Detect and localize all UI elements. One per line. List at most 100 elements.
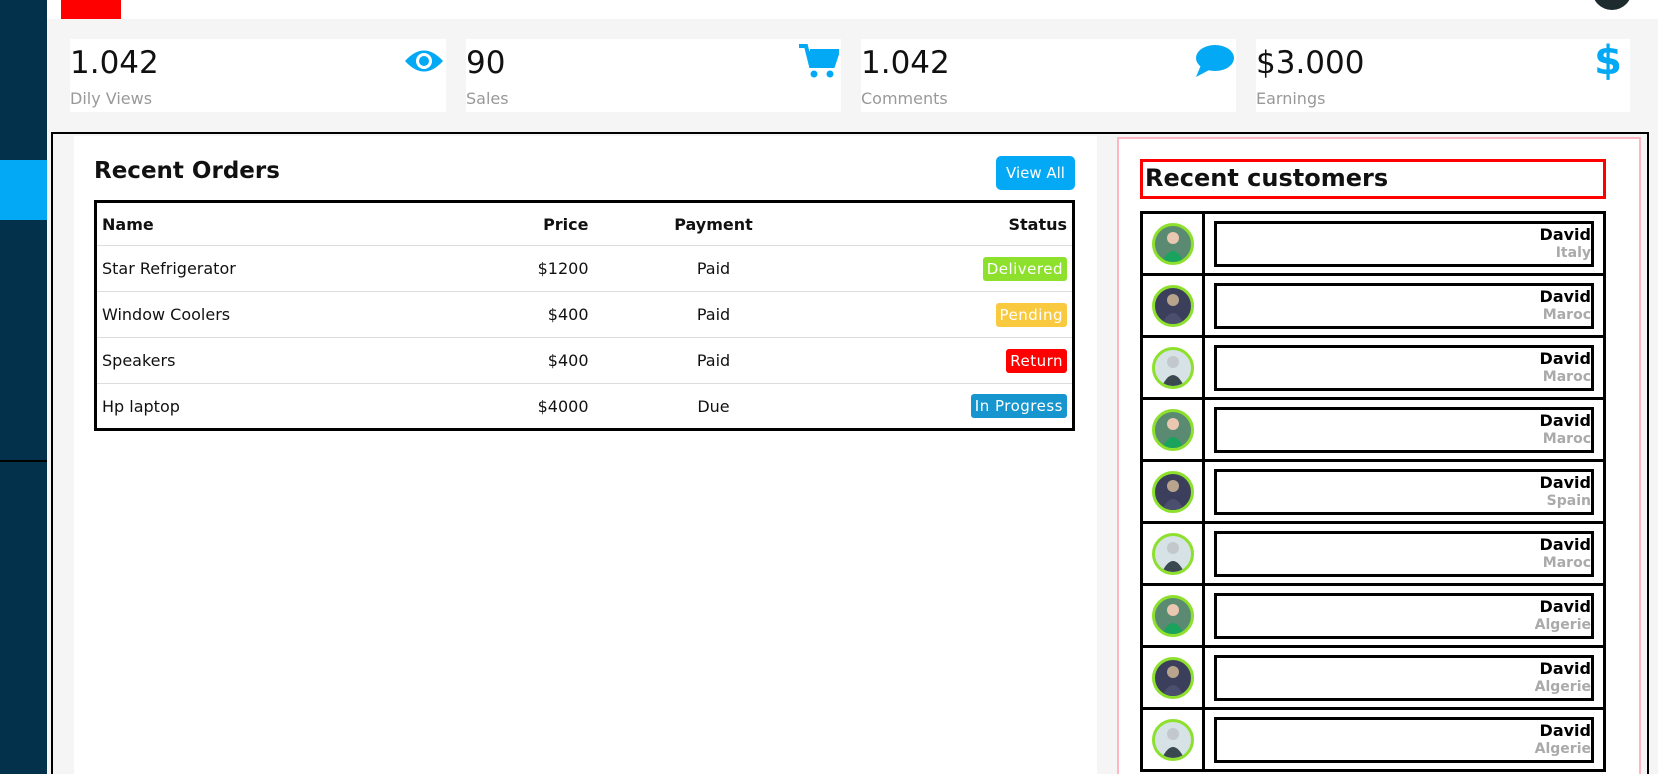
list-item[interactable]: David Algerie xyxy=(1140,645,1606,710)
recent-orders-panel: Recent Orders View All Name Price Paymen… xyxy=(74,136,1097,774)
orders-table: Name Price Payment Status Star Refrigera… xyxy=(94,200,1075,431)
col-price: Price xyxy=(543,214,589,234)
order-payment: Paid xyxy=(593,245,834,292)
avatar xyxy=(1151,718,1194,761)
comment-icon xyxy=(1192,41,1236,81)
avatar-cell xyxy=(1140,273,1205,338)
card-label: Sales xyxy=(466,89,509,108)
eye-icon xyxy=(402,41,446,81)
card-label: Dily Views xyxy=(70,89,153,108)
status-badge: Pending xyxy=(995,302,1067,327)
customer-country: Maroc xyxy=(1542,430,1591,447)
order-price: $400 xyxy=(485,337,594,384)
customer-name: David xyxy=(1539,720,1591,740)
recent-customers-panel: Recent customers David Italy David Maroc Dav… xyxy=(1117,137,1641,774)
customer-info: David Maroc xyxy=(1214,344,1594,391)
order-payment: Paid xyxy=(593,337,834,384)
list-item[interactable]: David Maroc xyxy=(1140,397,1606,462)
col-status: Status xyxy=(1008,214,1067,234)
avatar xyxy=(1151,656,1194,699)
card-value: 90 xyxy=(466,45,506,81)
list-item[interactable]: David Maroc xyxy=(1140,521,1606,586)
customer-info-cell: David Algerie xyxy=(1202,707,1606,772)
menu-toggle[interactable] xyxy=(61,0,121,19)
avatar xyxy=(1151,408,1194,451)
customer-info-cell: David Algerie xyxy=(1202,583,1606,648)
list-item[interactable]: David Algerie xyxy=(1140,707,1606,772)
customer-name: David xyxy=(1539,472,1591,492)
col-name: Name xyxy=(102,214,154,234)
customer-name: David xyxy=(1539,534,1591,554)
status-badge: Delivered xyxy=(982,256,1067,281)
avatar-cell xyxy=(1140,707,1205,772)
col-payment: Payment xyxy=(674,214,753,234)
card-sales[interactable]: 90 Sales xyxy=(466,39,841,112)
order-name: Hp laptop xyxy=(95,383,486,430)
avatar xyxy=(1151,222,1194,265)
order-name: Star Refrigerator xyxy=(95,245,486,292)
list-item[interactable]: David Spain xyxy=(1140,459,1606,524)
customer-info-cell: David Maroc xyxy=(1202,397,1606,462)
avatar xyxy=(1151,284,1194,327)
user-avatar[interactable] xyxy=(1592,0,1632,10)
customers-table: David Italy David Maroc David Maroc David Maroc… xyxy=(1140,211,1606,772)
card-comments[interactable]: 1.042 Comments xyxy=(861,39,1236,112)
customer-info: David Italy xyxy=(1214,220,1594,267)
customer-name: David xyxy=(1539,348,1591,368)
card-value: 1.042 xyxy=(70,45,159,81)
table-row[interactable]: Hp laptop $4000 Due In Progress xyxy=(95,383,1074,430)
order-status-cell: Delivered xyxy=(833,245,1074,292)
customer-info-cell: David Maroc xyxy=(1202,273,1606,338)
customer-info: David Spain xyxy=(1214,468,1594,515)
card-earnings[interactable]: $3.000 Earnings $ xyxy=(1256,38,1630,112)
customer-info: David Maroc xyxy=(1214,282,1594,329)
order-status-cell: In Progress xyxy=(833,383,1074,430)
table-header-row: Name Price Payment Status xyxy=(96,202,1074,246)
customer-country: Algerie xyxy=(1534,616,1591,633)
table-row[interactable]: Window Coolers $400 Paid Pending xyxy=(95,291,1074,338)
customer-info: David Algerie xyxy=(1214,654,1594,701)
avatar-cell xyxy=(1140,645,1205,710)
order-payment: Due xyxy=(593,383,834,430)
customer-name: David xyxy=(1539,596,1591,616)
customer-name: David xyxy=(1539,658,1591,678)
sidebar-active-item[interactable] xyxy=(0,160,47,220)
order-price: $4000 xyxy=(485,383,594,430)
customer-country: Italy xyxy=(1555,244,1591,261)
avatar-cell xyxy=(1140,583,1205,648)
status-badge: In Progress xyxy=(970,394,1067,418)
sidebar xyxy=(0,0,47,774)
order-price: $400 xyxy=(485,291,594,338)
dollar-icon: $ xyxy=(1594,38,1622,84)
customer-info-cell: David Algerie xyxy=(1202,645,1606,710)
status-badge: Return xyxy=(1006,348,1067,373)
customer-info-cell: David Italy xyxy=(1202,211,1606,276)
card-label: Comments xyxy=(861,89,948,108)
sidebar-divider xyxy=(0,460,47,462)
customer-info-cell: David Maroc xyxy=(1202,335,1606,400)
customer-country: Maroc xyxy=(1542,368,1591,385)
list-item[interactable]: David Italy xyxy=(1140,211,1606,276)
list-item[interactable]: David Maroc xyxy=(1140,273,1606,338)
table-row[interactable]: Star Refrigerator $1200 Paid Delivered xyxy=(95,245,1074,292)
card-label: Earnings xyxy=(1256,89,1326,108)
view-all-button[interactable]: View All xyxy=(996,156,1075,190)
avatar xyxy=(1151,594,1194,637)
table-row[interactable]: Speakers $400 Paid Return xyxy=(95,337,1074,384)
orders-title: Recent Orders xyxy=(94,158,280,184)
card-value: $3.000 xyxy=(1256,45,1365,81)
list-item[interactable]: David Algerie xyxy=(1140,583,1606,648)
avatar xyxy=(1151,532,1194,575)
customers-title: Recent customers xyxy=(1140,159,1606,199)
list-item[interactable]: David Maroc xyxy=(1140,335,1606,400)
topbar xyxy=(47,0,1658,19)
customer-country: Algerie xyxy=(1534,678,1591,695)
avatar-cell xyxy=(1140,397,1205,462)
card-daily-views[interactable]: 1.042 Dily Views xyxy=(70,39,446,112)
customer-name: David xyxy=(1539,286,1591,306)
order-payment: Paid xyxy=(593,291,834,338)
avatar xyxy=(1151,470,1194,513)
order-name: Window Coolers xyxy=(95,291,486,338)
avatar-cell xyxy=(1140,335,1205,400)
avatar-cell xyxy=(1140,521,1205,586)
